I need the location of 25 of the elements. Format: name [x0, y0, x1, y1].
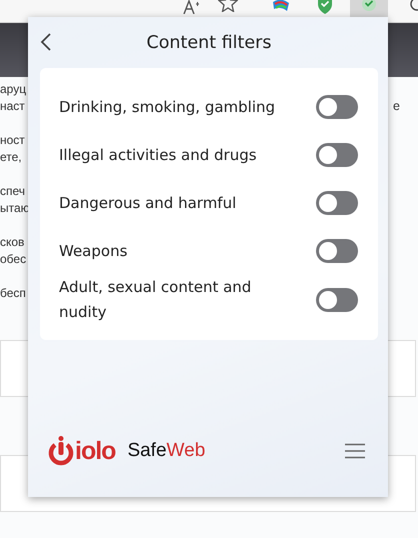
popup-title: Content filters [146, 32, 272, 52]
filter-label: Drinking, smoking, gambling [59, 96, 276, 118]
page-text: бесп [0, 285, 27, 302]
filter-label: Adult, sexual content and nudity [59, 277, 252, 323]
page-text: ност ете, [0, 132, 26, 166]
star-icon[interactable] [218, 0, 238, 12]
page-text: сков обес [0, 234, 28, 268]
page-text: аруц наст [0, 81, 28, 115]
filter-label: Weapons [59, 240, 128, 262]
product-name: SafeWeb [127, 440, 206, 462]
filter-toggle[interactable] [316, 143, 358, 167]
page-text: е [393, 98, 401, 115]
filter-toggle[interactable] [316, 95, 358, 119]
filter-label: Dangerous and harmful [59, 192, 236, 214]
back-icon[interactable] [40, 32, 52, 52]
shield-icon[interactable] [317, 0, 333, 14]
filter-toggle[interactable] [316, 288, 358, 312]
power-icon [48, 436, 74, 466]
filter-toggle[interactable] [316, 191, 358, 215]
filter-toggle[interactable] [316, 239, 358, 263]
filter-label: Illegal activities and drugs [59, 144, 257, 166]
brand-logo: iolo [75, 436, 116, 466]
check-icon [361, 0, 377, 12]
extension-icon[interactable] [272, 0, 290, 12]
menu-button[interactable] [342, 441, 368, 461]
